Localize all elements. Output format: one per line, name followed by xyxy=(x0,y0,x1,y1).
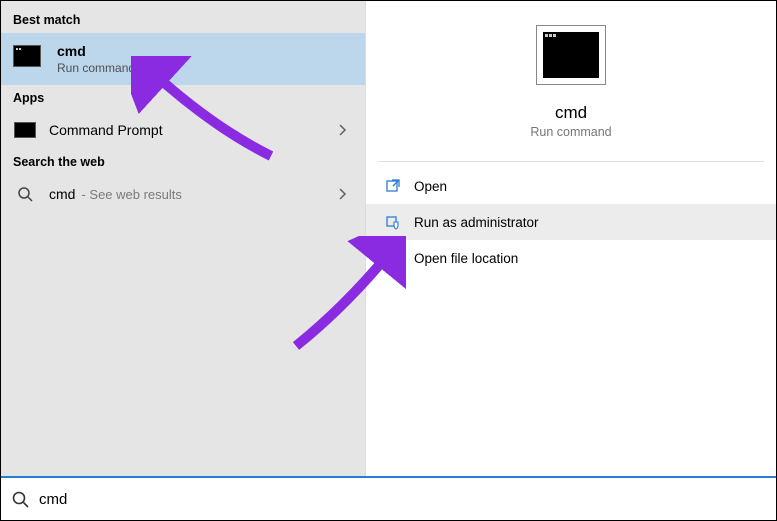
action-open[interactable]: Open xyxy=(366,168,776,204)
search-icon xyxy=(13,185,37,203)
web-result-cmd[interactable]: cmd - See web results xyxy=(1,175,365,213)
apps-result-command-prompt[interactable]: Command Prompt xyxy=(1,111,365,149)
preview-subtitle: Run command xyxy=(530,125,611,139)
search-icon xyxy=(11,490,29,508)
chevron-right-icon[interactable] xyxy=(339,124,353,136)
preview-header: cmd Run command xyxy=(366,25,776,139)
action-run-admin-label: Run as administrator xyxy=(414,215,539,230)
section-header-best-match: Best match xyxy=(1,7,365,33)
best-match-subtitle: Run command xyxy=(57,61,135,75)
search-input[interactable] xyxy=(39,491,766,508)
start-search-panel: Best match cmd Run command Apps Command … xyxy=(0,0,777,521)
section-header-web: Search the web xyxy=(1,149,365,175)
best-match-title: cmd xyxy=(57,43,135,59)
content-panes: Best match cmd Run command Apps Command … xyxy=(1,1,776,476)
section-header-apps: Apps xyxy=(1,85,365,111)
web-result-suffix: - See web results xyxy=(81,187,181,202)
cmd-icon xyxy=(13,121,37,139)
folder-icon xyxy=(384,249,402,267)
cmd-large-icon xyxy=(536,25,606,85)
action-open-file-location[interactable]: Open file location xyxy=(366,240,776,276)
preview-column: cmd Run command Open Run as administrato… xyxy=(366,1,776,476)
web-result-term: cmd xyxy=(49,186,75,202)
open-icon xyxy=(384,177,402,195)
results-column: Best match cmd Run command Apps Command … xyxy=(1,1,366,476)
best-match-result[interactable]: cmd Run command xyxy=(1,33,365,85)
divider xyxy=(378,161,764,162)
action-list: Open Run as administrator Open file loca… xyxy=(366,168,776,276)
web-result-label: cmd - See web results xyxy=(49,186,327,202)
action-run-as-administrator[interactable]: Run as administrator xyxy=(366,204,776,240)
apps-result-label: Command Prompt xyxy=(49,122,327,138)
preview-title: cmd xyxy=(555,103,587,123)
best-match-texts: cmd Run command xyxy=(57,43,135,75)
search-bar[interactable] xyxy=(1,476,776,520)
admin-shield-icon xyxy=(384,213,402,231)
action-open-label: Open xyxy=(414,179,447,194)
cmd-icon xyxy=(13,45,45,73)
chevron-right-icon[interactable] xyxy=(339,188,353,200)
action-open-location-label: Open file location xyxy=(414,251,518,266)
